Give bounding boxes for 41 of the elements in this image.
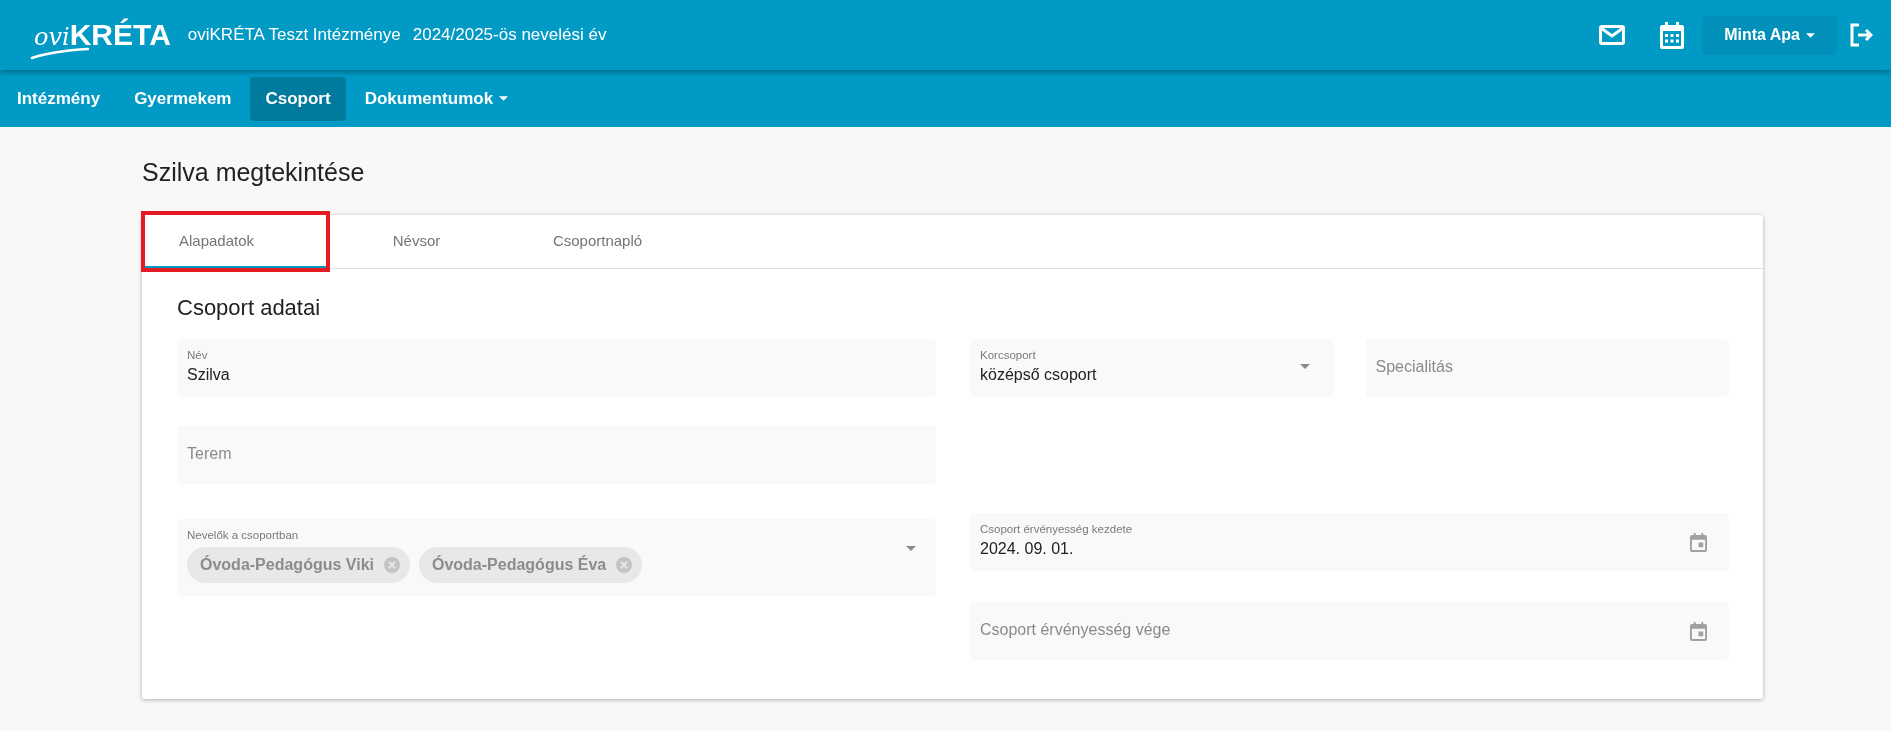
calendar-icon[interactable] xyxy=(1660,21,1685,49)
page-title: Szilva megtekintése xyxy=(142,156,366,188)
field-label: Nevelők a csoportban xyxy=(187,529,300,541)
logo-script-text: ovi xyxy=(34,23,70,51)
chip[interactable]: Óvoda-Pedagógus Éva xyxy=(418,547,643,583)
chip[interactable]: Óvoda-Pedagógus Viki xyxy=(187,547,410,583)
field-placeholder: Csoport érvényesség vége xyxy=(980,621,1171,639)
calendar-icon[interactable] xyxy=(1690,622,1707,641)
date-field[interactable]: Csoport érvényesség vége xyxy=(970,602,1729,660)
school-year: 2024/2025-ös nevelési év xyxy=(412,25,607,45)
nav-item[interactable]: Csoport xyxy=(250,76,346,121)
dropdown-caret-icon[interactable] xyxy=(906,546,916,551)
text-field[interactable]: Terem xyxy=(177,426,936,484)
field-value: 2024. 09. 01. xyxy=(980,540,1075,558)
logo-wordmark: KRÉTA xyxy=(69,18,171,52)
text-field[interactable]: Név Szilva xyxy=(177,339,936,397)
dropdown-caret-icon[interactable] xyxy=(1299,364,1310,369)
field-label: Korcsoport xyxy=(980,349,1037,361)
logout-icon[interactable] xyxy=(1849,23,1873,47)
nav-item[interactable]: Dokumentumok xyxy=(349,76,524,121)
tab[interactable]: Csoportnapló xyxy=(507,215,688,268)
field-placeholder: Terem xyxy=(187,445,232,463)
field-placeholder: Specialitás xyxy=(1375,358,1453,376)
swoosh-icon xyxy=(30,46,90,60)
section-title: Csoport adatai xyxy=(177,295,322,321)
select-field[interactable]: Korcsoport középső csoport xyxy=(970,339,1334,397)
field-label: Név xyxy=(187,349,209,361)
user-menu-button[interactable]: Minta Apa xyxy=(1702,15,1837,55)
mail-icon[interactable] xyxy=(1599,25,1626,45)
institution-name: oviKRÉTA Teszt Intézménye xyxy=(187,25,401,45)
nav-item[interactable]: Intézmény xyxy=(2,76,116,121)
nav-item[interactable]: Gyermekem xyxy=(119,76,247,121)
text-field[interactable]: Specialitás xyxy=(1365,339,1729,397)
field-value: Szilva xyxy=(187,366,230,384)
tab[interactable]: Névsor xyxy=(326,215,507,268)
calendar-icon[interactable] xyxy=(1690,533,1707,552)
field-label: Csoport érvényesség kezdete xyxy=(980,523,1133,535)
multi-select-field[interactable]: Nevelők a csoportban Óvoda-Pedagógus Viki Óvoda-Pedagógus Éva xyxy=(177,519,936,596)
date-field[interactable]: Csoport érvényesség kezdete 2024. 09. 01. xyxy=(970,513,1729,571)
caret-icon xyxy=(1806,32,1815,38)
field-value: középső csoport xyxy=(980,366,1097,384)
